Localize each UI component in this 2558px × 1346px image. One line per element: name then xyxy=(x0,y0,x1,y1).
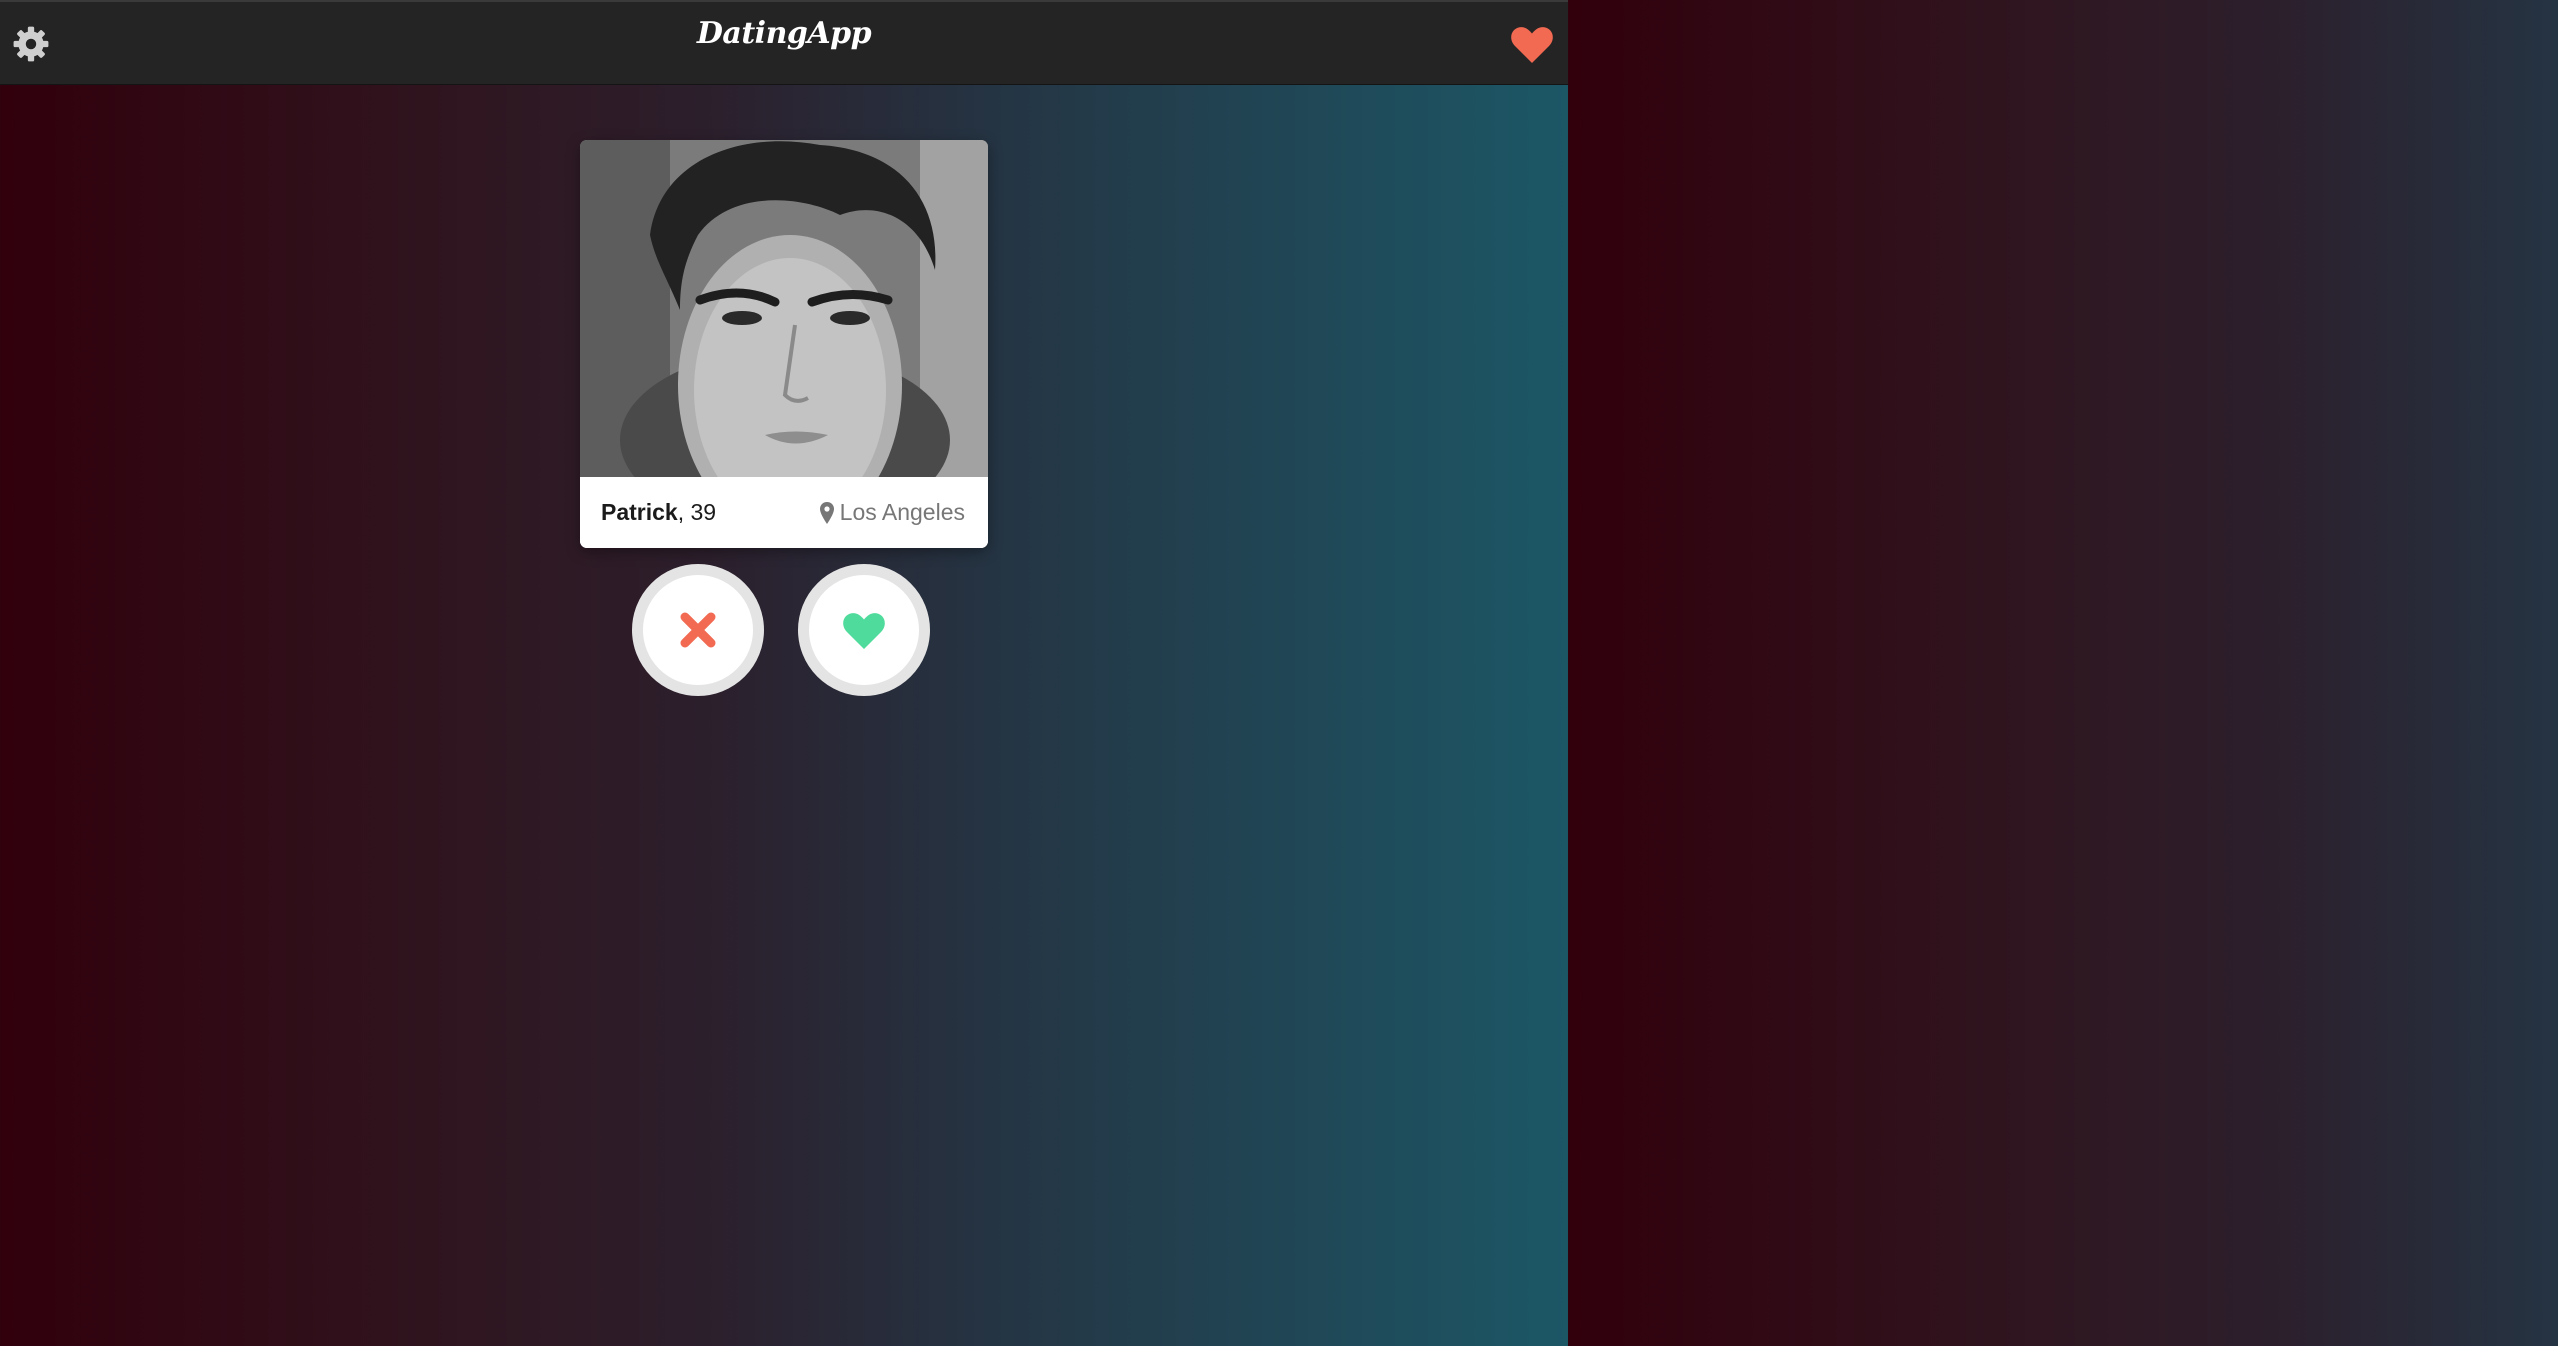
like-button[interactable] xyxy=(798,564,930,696)
location-label: Los Angeles xyxy=(839,499,965,525)
profile-photo xyxy=(580,140,988,535)
profile-name-age: Patrick, 39 xyxy=(601,499,716,526)
matches-button[interactable] xyxy=(1509,24,1555,64)
heart-icon xyxy=(1511,27,1553,64)
profile-info-bar: Patrick, 39 Los Angeles xyxy=(580,477,988,548)
profile-age: , 39 xyxy=(677,499,717,525)
x-icon xyxy=(680,612,716,648)
top-bar: DatingApp xyxy=(0,0,1568,85)
app-logo: DatingApp xyxy=(696,16,872,51)
map-pin-icon xyxy=(819,501,834,524)
dislike-button[interactable] xyxy=(632,564,764,696)
profile-location: Los Angeles xyxy=(819,499,965,526)
profile-name: Patrick xyxy=(601,499,678,525)
heart-icon xyxy=(843,613,885,650)
profile-card[interactable]: Patrick, 39 Los Angeles xyxy=(580,140,988,548)
